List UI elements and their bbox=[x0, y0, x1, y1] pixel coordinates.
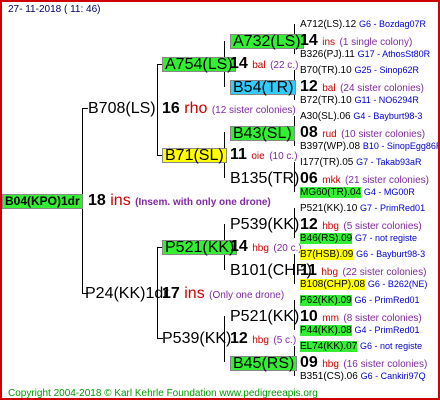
gen2-node[interactable]: A754(LS) bbox=[162, 57, 236, 73]
gen3-info: 12 bal (24 sister colonies) bbox=[300, 78, 424, 95]
gen4-entry[interactable]: B108(CHP).08 G6 - B262(NE) bbox=[300, 278, 427, 291]
gen4-entry[interactable]: B72(TR).10 G11 - NO6294R bbox=[300, 94, 419, 107]
gen2-info: 14 hbg (20 c.) bbox=[230, 238, 302, 255]
gen4-entry[interactable]: B397(WP).08 B10 - SinopEgg86R bbox=[300, 140, 438, 153]
gen3-info: 12 hbg (5 sister colonies) bbox=[300, 216, 422, 233]
gen4-entry[interactable]: P521(KK).10 G7 - PrimRed01 bbox=[300, 202, 425, 215]
gen4-entry[interactable]: P62(KK).09 G6 - PrimRed01 bbox=[300, 294, 420, 307]
timestamp-header: 27- 11-2018 ( 11: 46) bbox=[8, 4, 101, 15]
gen1-info: 16 rho (12 sister colonies) bbox=[162, 100, 296, 117]
gen4-entry[interactable]: B70(TR).10 G25 - Sinop62R bbox=[300, 64, 419, 77]
gen3-info: 08 rud (10 sister colonies) bbox=[300, 124, 426, 141]
root-info: 18 ins (Insem. with only one drone) bbox=[88, 192, 271, 209]
gen2-node[interactable]: P521(KK) bbox=[162, 240, 238, 256]
gen3-info: 14 ins (1 single colony) bbox=[300, 32, 413, 49]
gen3-node[interactable]: P539(KK) bbox=[230, 217, 299, 233]
gen1-node[interactable]: P24(KK)1dr bbox=[85, 286, 169, 302]
gen3-info: 10 mm (8 sister colonies) bbox=[300, 308, 422, 325]
gen2-info: 14 bal (22 c.) bbox=[230, 55, 299, 72]
gen4-entry[interactable]: P44(KK).08 G4 - PrimRed01 bbox=[300, 324, 420, 337]
gen3-node[interactable]: B54(TR) bbox=[230, 80, 297, 96]
pedigree-frame: 27- 11-2018 ( 11: 46) B04(KPO)1dr 18 ins… bbox=[0, 0, 440, 400]
gen3-node[interactable]: A732(LS) bbox=[230, 34, 304, 50]
gen3-info: 09 hbg (16 sister colonies) bbox=[300, 354, 428, 371]
copyright-footer[interactable]: Copyright 2004-2018 © Karl Kehrle Founda… bbox=[8, 388, 318, 398]
gen1-node[interactable]: B708(LS) bbox=[88, 101, 156, 117]
gen4-entry[interactable]: B46(RS).09 G7 - not registe bbox=[300, 232, 417, 245]
gen1-info: 17 ins (Only one drone) bbox=[162, 285, 285, 302]
gen3-node[interactable]: B45(RS) bbox=[230, 356, 298, 372]
gen2-info: 12 hbg (5 c.) bbox=[230, 330, 297, 347]
gen2-info: 11 oie (10 c.) bbox=[230, 146, 298, 163]
gen4-entry[interactable]: B351(CS).06 G6 - Cankiri97Q bbox=[300, 370, 426, 383]
gen4-entry[interactable]: A30(SL).06 G4 - Bayburt98-3 bbox=[300, 110, 422, 123]
gen2-node[interactable]: P539(KK) bbox=[162, 331, 231, 347]
gen3-info: 11 hbg (22 sister colonies) bbox=[300, 262, 427, 279]
gen3-node[interactable]: B135(TR) bbox=[230, 171, 299, 187]
gen3-node[interactable]: P521(KK) bbox=[230, 309, 299, 325]
gen2-node[interactable]: B71(SL) bbox=[162, 148, 227, 164]
gen4-entry[interactable]: I177(TR).05 G7 - Takab93aR bbox=[300, 156, 422, 169]
gen3-info: 06 mkk (21 sister colonies) bbox=[300, 170, 429, 187]
gen4-entry[interactable]: EL74(KK).07 G6 - not registe bbox=[300, 340, 422, 353]
gen4-entry[interactable]: MG60(TR).04 G4 - MG00R bbox=[300, 186, 415, 199]
gen4-entry[interactable]: B7(HSB).09 G6 - Bayburt98-3 bbox=[300, 248, 425, 261]
gen3-node[interactable]: B43(SL) bbox=[230, 126, 295, 142]
gen4-entry[interactable]: A712(LS).12 G6 - Bozdag07R bbox=[300, 18, 426, 31]
connector-g2a bbox=[157, 64, 158, 156]
root-queen[interactable]: B04(KPO)1dr bbox=[2, 194, 83, 209]
gen4-entry[interactable]: B326(PJ).11 G17 - AthosSt80R bbox=[300, 48, 430, 61]
